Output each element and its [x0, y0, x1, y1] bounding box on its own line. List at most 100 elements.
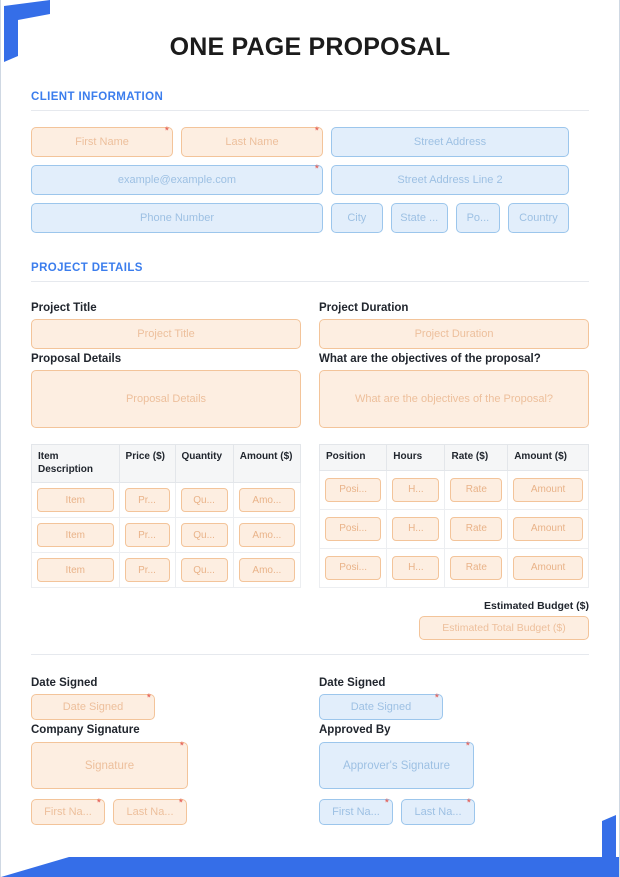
approver-first-name-placeholder: First Na...	[332, 806, 380, 818]
proposal-details-textarea[interactable]: Proposal Details	[31, 370, 301, 428]
item-price-input[interactable]: Pr...	[124, 488, 170, 512]
approver-signature-pad[interactable]: Approver's Signature	[319, 741, 474, 789]
bottom-accent-bar	[1, 857, 619, 877]
table-cell: Posi...	[318, 470, 388, 510]
labor-amount-input[interactable]: Amount	[513, 516, 583, 541]
city-field[interactable]: City	[331, 203, 383, 233]
company-name-row: First Na... Last Na...	[31, 798, 301, 825]
project-title-label: Project Title	[31, 302, 97, 314]
client-information-grid: First Name Last Name example@example.com…	[31, 126, 589, 233]
table-cell: Pr...	[118, 482, 176, 518]
item-quantity-input[interactable]: Qu...	[180, 523, 228, 547]
item-description-input[interactable]: Item	[37, 523, 114, 547]
company-signature-label: Company Signature	[31, 724, 140, 736]
project-title-field[interactable]: Project Title	[31, 319, 301, 349]
item-price-input[interactable]: Pr...	[124, 523, 170, 547]
table-row: Posi... H... Rate Amount	[318, 509, 589, 549]
street-address-2-field[interactable]: Street Address Line 2	[331, 165, 569, 195]
proposal-details-label: Proposal Details	[31, 353, 122, 365]
table-cell: H...	[386, 509, 446, 549]
state-field[interactable]: State ...	[390, 203, 448, 233]
postal-code-field[interactable]: Po...	[455, 203, 500, 233]
labor-position-input[interactable]: Posi...	[325, 477, 382, 502]
item-amount-input[interactable]: Amo...	[238, 558, 295, 582]
last-name-placeholder: Last Name	[225, 136, 279, 148]
objectives-placeholder: What are the objectives of the Proposal?	[354, 393, 554, 405]
table-row: Posi... H... Rate Amount	[318, 470, 589, 510]
table-cell: Rate	[444, 470, 509, 510]
approver-last-name-field[interactable]: Last Na...	[401, 798, 475, 825]
estimated-budget-section: Estimated Budget ($) Estimated Total Bud…	[31, 600, 589, 640]
project-duration-placeholder: Project Duration	[414, 328, 494, 340]
labor-position-input[interactable]: Posi...	[325, 555, 382, 580]
company-last-name-placeholder: Last Na...	[126, 806, 174, 818]
company-last-name-field[interactable]: Last Na...	[113, 798, 187, 825]
item-description-input[interactable]: Item	[37, 488, 114, 512]
labor-rate-input[interactable]: Rate	[450, 516, 503, 541]
table-cell: Posi...	[318, 548, 388, 589]
name-row: First Name Last Name	[31, 126, 323, 157]
labor-amount-input[interactable]: Amount	[513, 477, 583, 502]
street-address-2-placeholder: Street Address Line 2	[397, 174, 503, 186]
item-amount-input[interactable]: Amo...	[238, 523, 295, 547]
item-amount-input[interactable]: Amo...	[238, 488, 295, 512]
table-cell: Amo...	[232, 482, 302, 518]
approver-first-name-field[interactable]: First Na...	[319, 798, 393, 825]
email-field[interactable]: example@example.com	[31, 164, 323, 195]
table-cell: Qu...	[174, 517, 234, 553]
phone-row: Phone Number	[31, 203, 323, 233]
country-field[interactable]: Country	[507, 203, 569, 233]
table-cell: Pr...	[118, 517, 176, 553]
phone-field[interactable]: Phone Number	[31, 203, 323, 233]
company-date-signed-field[interactable]: Date Signed	[31, 693, 155, 720]
item-description-input[interactable]: Item	[37, 558, 114, 582]
signature-divider	[31, 654, 589, 655]
table-cell: Amo...	[232, 517, 302, 553]
labor-hours-input[interactable]: H...	[392, 477, 440, 502]
table-row: Item Pr... Qu... Amo...	[31, 517, 302, 553]
company-signature-pad[interactable]: Signature	[31, 741, 188, 789]
item-quantity-input[interactable]: Qu...	[180, 558, 228, 582]
estimated-budget-field[interactable]: Estimated Total Budget ($)	[419, 616, 589, 640]
item-price-input[interactable]: Pr...	[124, 558, 170, 582]
labor-hours-input[interactable]: H...	[392, 516, 440, 541]
project-duration-field[interactable]: Project Duration	[319, 319, 589, 349]
project-left-column: Project Title Project Title Proposal Det…	[31, 298, 301, 428]
section-heading-client-information: CLIENT INFORMATION	[31, 91, 164, 103]
city-placeholder: City	[347, 212, 367, 224]
client-left-column: First Name Last Name example@example.com…	[31, 126, 323, 233]
project-details-grid: Project Title Project Title Proposal Det…	[31, 298, 589, 428]
country-placeholder: Country	[519, 212, 558, 224]
labor-rate-input[interactable]: Rate	[450, 477, 503, 502]
items-header-amount: Amount ($)	[232, 444, 302, 483]
labor-position-input[interactable]: Posi...	[325, 516, 382, 541]
email-placeholder: example@example.com	[117, 174, 237, 186]
labor-header-hours: Hours	[386, 444, 446, 471]
table-cell: H...	[386, 470, 446, 510]
company-first-name-field[interactable]: First Na...	[31, 798, 105, 825]
approver-date-signed-field[interactable]: Date Signed	[319, 693, 443, 720]
street-address-field[interactable]: Street Address	[331, 127, 569, 157]
table-cell: Item	[31, 482, 120, 518]
item-quantity-input[interactable]: Qu...	[180, 488, 228, 512]
last-name-field[interactable]: Last Name	[181, 126, 323, 157]
table-header-row: Item Description Price ($) Quantity Amou…	[31, 444, 302, 483]
labor-rate-input[interactable]: Rate	[450, 555, 503, 580]
project-duration-label: Project Duration	[319, 302, 409, 314]
labor-hours-input[interactable]: H...	[392, 555, 440, 580]
street-address-2-row: Street Address Line 2	[331, 165, 569, 195]
first-name-field[interactable]: First Name	[31, 126, 173, 157]
approver-name-row: First Na... Last Na...	[319, 798, 589, 825]
labor-header-rate: Rate ($)	[444, 444, 509, 471]
phone-placeholder: Phone Number	[140, 212, 214, 224]
table-header-row: Position Hours Rate ($) Amount ($)	[318, 444, 589, 471]
table-cell: Posi...	[318, 509, 388, 549]
tables-row: Item Description Price ($) Quantity Amou…	[31, 444, 589, 589]
labor-amount-input[interactable]: Amount	[513, 555, 583, 580]
approver-date-signed-placeholder: Date Signed	[350, 701, 412, 713]
objectives-textarea[interactable]: What are the objectives of the Proposal?	[319, 370, 589, 428]
company-first-name-placeholder: First Na...	[44, 806, 92, 818]
table-cell: Amount	[507, 470, 589, 510]
approver-signature-column: Date Signed Date Signed Approved By Appr…	[319, 673, 589, 825]
section-heading-project-details: PROJECT DETAILS	[31, 262, 143, 274]
